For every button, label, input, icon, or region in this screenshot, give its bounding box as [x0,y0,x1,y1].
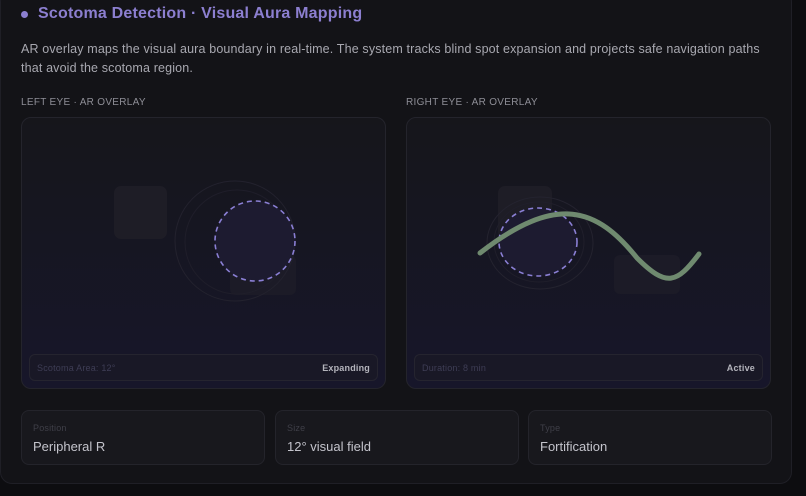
scotoma-area-readout: Scotoma Area: 12° [37,362,116,373]
status-dot-icon [21,10,28,18]
expansion-status: Expanding [322,362,370,373]
left-status-bar: Scotoma Area: 12° Expanding [29,354,378,381]
left-eye-visual [114,180,296,302]
section-description: AR overlay maps the visual aura boundary… [21,42,760,75]
info-value-size: 12° visual field [287,439,371,454]
duration-readout: Duration: 8 min [422,362,487,373]
info-value-type: Fortification [540,439,608,454]
left-eye-overlay[interactable]: Scotoma Area: 12° Expanding [21,117,386,389]
right-eye-overlay[interactable]: Duration: 8 min Active [406,117,771,389]
info-label-type: Type [540,423,561,433]
info-card-type: Type Fortification [528,410,772,465]
scotoma-region [214,200,296,282]
info-card-size: Size 12° visual field [275,410,519,465]
info-card-position: Position Peripheral R [21,410,265,465]
right-eye-label: RIGHT EYE · AR OVERLAY [406,97,538,108]
info-label-position: Position [33,423,67,433]
section-header: Scotoma Detection · Visual Aura Mapping [21,5,362,23]
right-eye-visual [477,186,702,294]
section-title: Scotoma Detection · Visual Aura Mapping [38,5,363,22]
info-label-size: Size [287,423,306,433]
right-status-bar: Duration: 8 min Active [414,354,763,381]
left-eye-label: LEFT EYE · AR OVERLAY [21,97,146,108]
ghost-object-1 [114,186,167,239]
tracking-status: Active [726,362,755,373]
ghost-object-2 [614,255,680,294]
info-value-position: Peripheral R [33,439,106,454]
